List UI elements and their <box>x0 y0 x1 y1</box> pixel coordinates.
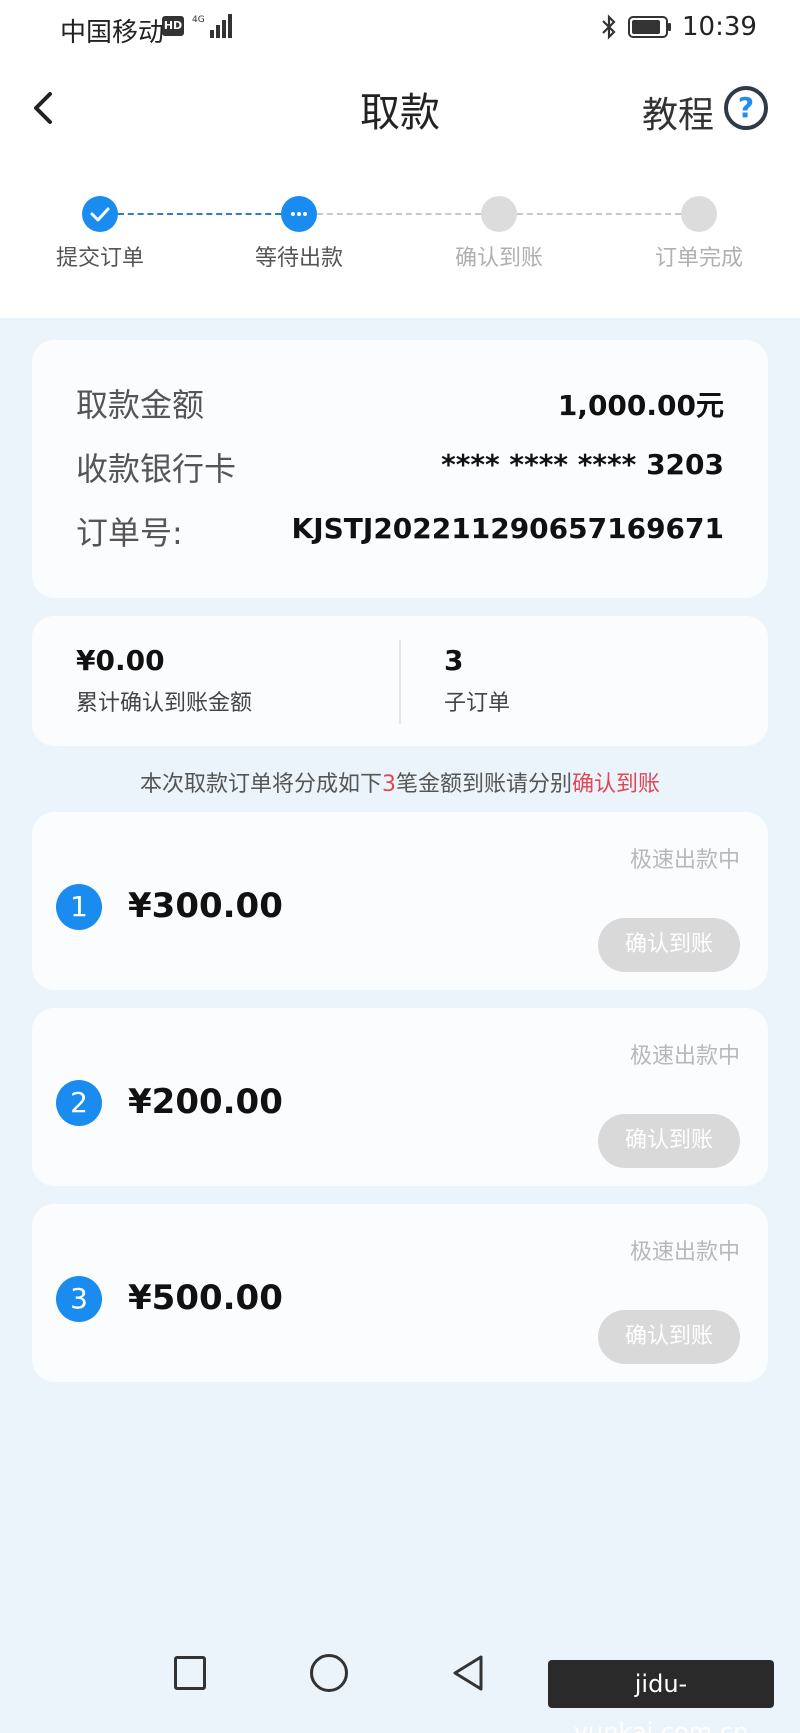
amount-value: 1,000.00元 <box>557 389 724 422</box>
confirm-received-button[interactable]: 确认到账 <box>598 918 740 972</box>
step-label: 订单完成 <box>654 246 743 271</box>
help-icon: ? <box>724 86 768 130</box>
progress-line <box>118 213 281 215</box>
sub-order-amount: ¥300.00 <box>128 886 283 926</box>
sub-order-label: 子订单 <box>444 691 511 716</box>
sub-order-amount: ¥500.00 <box>128 1278 283 1318</box>
split-notice: 本次取款订单将分成如下3笔金额到账请分别确认到账 <box>0 766 800 798</box>
order-number-label: 订单号: <box>76 514 183 552</box>
tutorial-label: 教程 <box>642 95 715 136</box>
sub-order-card: 极速出款中 2 ¥200.00 确认到账 <box>32 1008 768 1186</box>
sub-order-index: 1 <box>56 884 102 930</box>
bank-card-label: 收款银行卡 <box>76 450 237 488</box>
sub-order-status: 极速出款中 <box>629 848 740 873</box>
confirmed-amount-label: 累计确认到账金额 <box>76 691 253 716</box>
sub-order-status: 极速出款中 <box>629 1240 740 1265</box>
triangle-back-icon[interactable] <box>448 1652 488 1694</box>
watermark: jidu-yunkai.com.cn <box>548 1660 774 1733</box>
svg-text:4G: 4G <box>192 15 205 25</box>
progress-line <box>517 213 681 215</box>
notice-prefix: 本次取款订单将分成如下 <box>139 772 382 797</box>
tutorial-button[interactable]: 教程 ? <box>638 78 788 138</box>
step-label: 确认到账 <box>454 246 543 271</box>
notice-count: 3 <box>381 772 396 797</box>
amount-label: 取款金额 <box>76 386 205 424</box>
battery-icon <box>628 16 671 38</box>
confirm-received-button[interactable]: 确认到账 <box>598 1310 740 1364</box>
sub-order-count-block: 3 子订单 <box>444 644 510 717</box>
confirmed-amount: ¥0.00 <box>76 644 165 677</box>
order-info-card: 取款金额 1,000.00元 收款银行卡 **** **** **** 3203… <box>32 340 768 598</box>
header-area: 中国移动 HD 4G 10:39 取款 教程 ? 提交订单 等待出款 确认到账 … <box>0 0 800 318</box>
notice-middle: 笔金额到账请分别 <box>395 772 572 797</box>
summary-card: ¥0.00 累计确认到账金额 3 子订单 <box>32 616 768 746</box>
step-label: 等待出款 <box>254 246 343 271</box>
order-number-value: KJSTJ2022112906571696​71 <box>291 512 724 545</box>
bank-card-row: 收款银行卡 **** **** **** 3203 <box>76 444 724 494</box>
nav-bar: 取款 教程 ? <box>0 70 800 146</box>
bluetooth-icon <box>602 14 616 40</box>
divider <box>399 640 401 724</box>
sub-order-amount: ¥200.00 <box>128 1082 283 1122</box>
circle-icon[interactable] <box>310 1654 348 1692</box>
bank-card-value: **** **** **** 3203 <box>441 448 724 481</box>
clock: 10:39 <box>682 12 757 42</box>
step-dot <box>481 196 517 232</box>
step-pending-dots-icon <box>281 196 317 232</box>
step-dot <box>681 196 717 232</box>
status-bar: 中国移动 HD 4G 10:39 <box>0 0 800 56</box>
notice-action: 确认到账 <box>572 772 661 797</box>
step-done-icon <box>82 196 118 232</box>
progress-steps: 提交订单 等待出款 确认到账 订单完成 <box>0 192 800 272</box>
carrier-name: 中国移动 <box>60 18 165 48</box>
confirmed-amount-block: ¥0.00 累计确认到账金额 <box>76 644 252 717</box>
sub-order-count: 3 <box>444 644 464 677</box>
sub-order-index: 3 <box>56 1276 102 1322</box>
signal-4g-icon: 4G <box>192 14 232 38</box>
sub-order-card: 极速出款中 1 ¥300.00 确认到账 <box>32 812 768 990</box>
hd-badge: HD <box>162 16 184 36</box>
step-label: 提交订单 <box>55 246 144 271</box>
amount-row: 取款金额 1,000.00元 <box>76 380 724 430</box>
confirm-received-button[interactable]: 确认到账 <box>598 1114 740 1168</box>
progress-line <box>317 213 481 215</box>
square-icon[interactable] <box>174 1656 206 1690</box>
sub-order-status: 极速出款中 <box>629 1044 740 1069</box>
sub-order-index: 2 <box>56 1080 102 1126</box>
order-number-row: 订单号: KJSTJ2022112906571696​71 <box>76 508 724 558</box>
sub-order-card: 极速出款中 3 ¥500.00 确认到账 <box>32 1204 768 1382</box>
